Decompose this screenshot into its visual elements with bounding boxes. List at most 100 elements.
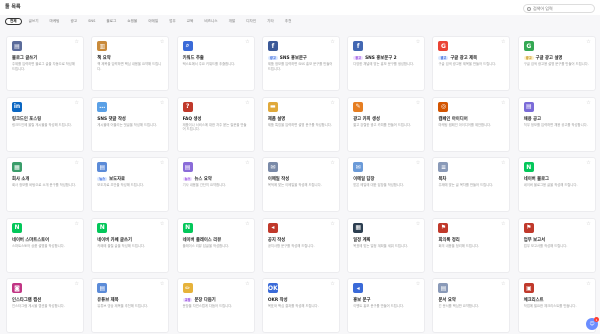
tab-13[interactable]: 기타 [263,18,278,25]
favorite-star-icon[interactable]: ☆ [160,221,164,227]
favorite-star-icon[interactable]: ☆ [501,160,505,166]
tool-card[interactable]: ✏ ☆ 교정 문장 다듬기 문장을 자연스럽게 다듬어 드립니다. [176,278,255,333]
tool-card[interactable]: N ☆ 네이버 카페 글쓰기 카페에 올릴 글을 작성해 드립니다. [91,217,170,273]
tool-card[interactable]: ▤ ☆ 문서 요약 긴 문서를 핵심만 요약합니다. [432,278,511,333]
tab-10[interactable]: 비즈니스 [200,18,221,25]
favorite-star-icon[interactable]: ☆ [245,160,249,166]
tool-card[interactable]: ⚑ ☆ 업무 보고서 업무 보고서를 작성해 드립니다. [517,217,596,273]
favorite-star-icon[interactable]: ☆ [416,39,420,45]
tool-card[interactable]: ⌕ ☆ 키워드 추출 텍스트에서 주요 키워드를 추출합니다. [176,36,255,91]
favorite-star-icon[interactable]: ☆ [416,221,420,227]
tool-card[interactable]: N ☆ 네이버 스마트스토어 스마트스토어 상품 설명을 작성합니다. [6,217,84,273]
favorite-star-icon[interactable]: ☆ [330,160,334,166]
tool-card[interactable]: ▤ ☆ 블로그 글쓰기 주제를 입력하면 블로그 글을 자동으로 작성해 드립니다. [6,36,84,91]
tool-title: 이메일 답장 [353,177,375,182]
tool-card[interactable]: ▤ ☆ 뉴스 보도자료 보도자료 초안을 작성해 드립니다. [91,157,170,212]
tool-card[interactable]: ▬ ☆ 제품 설명 제품 특징을 입력하면 설명 문구를 작성합니다. [261,96,340,152]
tool-card[interactable]: ? ☆ FAQ 생성 제품이나 서비스에 대한 자주 묻는 질문을 만들어 드립니다. [176,96,255,152]
favorite-star-icon[interactable]: ☆ [245,39,249,45]
tool-title-row: 인스타그램 캡션 [12,297,41,303]
tool-description: 제품 특징을 입력하면 설명 문구를 작성합니다. [267,122,332,127]
favorite-star-icon[interactable]: ☆ [75,100,79,106]
tool-description: 긴 문서를 핵심만 요약합니다. [438,304,480,308]
tool-card[interactable]: ✎ ☆ 광고 카피 생성 짧고 강렬한 광고 카피를 만들어 드립니다. [347,96,426,152]
tab-7[interactable]: 이메일 [144,18,162,25]
tool-card[interactable]: ✉ ☆ 이메일 작성 목적에 맞는 이메일을 작성해 드립니다. [261,157,340,212]
tool-card[interactable]: ▤ ☆ 뉴스 뉴스 요약 기사 내용을 간단히 요약합니다. [176,157,255,212]
search-input[interactable] [533,6,593,11]
tool-card[interactable]: ◂ ☆ 공지 작성 공지사항 문구를 작성해 드립니다. [261,217,340,273]
favorite-star-icon[interactable]: ☆ [501,100,505,106]
tool-card[interactable]: ⚑ ☆ 회의록 정리 회의 내용을 정리해 드립니다. [432,217,511,273]
tool-card[interactable]: N ☆ 네이버 플레이스 리뷰 플레이스 리뷰 답글을 작성합니다. [176,217,255,273]
favorite-star-icon[interactable]: ☆ [330,281,334,287]
tool-card[interactable]: OK ☆ OKR 작성 목표와 핵심 결과를 작성해 드립니다. [261,278,340,333]
tab-0[interactable]: 전체 [5,17,22,25]
tool-card[interactable]: G ☆ 광고 구글 광고 설명 구글 검색 광고용 설명 문구를 만들어 드립니다. [517,36,596,91]
favorite-star-icon[interactable]: ☆ [416,100,420,106]
tab-8[interactable]: 업무 [165,18,180,25]
favorite-star-icon[interactable]: ☆ [160,39,164,45]
tool-card[interactable]: ▣ ☆ 체크리스트 작업에 필요한 체크리스트를 만듭니다. [517,278,596,333]
tool-card[interactable]: ◙ ☆ 인스타그램 캡션 인스타그램 게시물 캡션을 작성합니다. [6,278,84,333]
favorite-star-icon[interactable]: ☆ [586,39,590,45]
favorite-star-icon[interactable]: ☆ [501,221,505,227]
tool-card[interactable]: N ☆ 네이버 블로그 네이버 블로그용 글을 작성해 드립니다. [517,157,596,212]
favorite-star-icon[interactable]: ☆ [586,100,590,106]
tab-12[interactable]: 디자인 [242,18,260,25]
tab-4[interactable]: SNS [84,18,99,25]
tab-2[interactable]: 마케팅 [46,18,64,25]
tool-card[interactable]: ≡ ☆ 목차 주제에 맞는 글 목차를 만들어 드립니다. [432,157,511,212]
tool-card[interactable]: ▤ ☆ 채용 공고 직무 정보를 입력하면 채용 공고를 작성합니다. [517,96,596,152]
flag-icon: ⚑ [523,222,534,233]
box-icon: ▬ [267,101,278,112]
favorite-star-icon[interactable]: ☆ [75,221,79,227]
favorite-star-icon[interactable]: ☆ [501,281,505,287]
tab-6[interactable]: 쇼핑몰 [123,18,141,25]
tab-14[interactable]: 추천 [281,18,296,25]
tool-card[interactable]: ▥ ☆ 책 요약 책 제목을 입력하면 핵심 내용을 요약해 드립니다. [91,36,170,91]
tool-card[interactable]: ▦ ☆ 일정 계획 목표에 맞는 일정 계획을 세워 드립니다. [347,217,426,273]
favorite-star-icon[interactable]: ☆ [330,39,334,45]
tab-9[interactable]: 교육 [183,18,198,25]
favorite-star-icon[interactable]: ☆ [160,281,164,287]
favorite-star-icon[interactable]: ☆ [330,100,334,106]
tab-5[interactable]: 블로그 [102,18,120,25]
favorite-star-icon[interactable]: ☆ [416,160,420,166]
favorite-star-icon[interactable]: ☆ [245,100,249,106]
tool-card[interactable]: ✉ ☆ 이메일 답장 받은 메일에 대한 답장을 작성합니다. [347,157,426,212]
favorite-star-icon[interactable]: ☆ [75,281,79,287]
tool-card[interactable]: ▤ ☆ 유튜브 제목 유튜브 영상 제목을 추천해 드립니다. [91,278,170,333]
tool-title: 공지 작성 [267,237,286,243]
tool-card[interactable]: in ☆ 링크드인 포스팅 링크드인에 올릴 게시물을 작성해 드립니다. [6,96,84,152]
favorite-star-icon[interactable]: ☆ [75,160,79,166]
tool-card[interactable]: … ☆ SNS 댓글 작성 게시물에 어울리는 댓글을 작성해 드립니다. [91,96,170,152]
favorite-star-icon[interactable]: ☆ [245,221,249,227]
tool-description: 제품이나 서비스에 대한 자주 묻는 질문을 만들어 드립니다. [182,122,247,132]
favorite-star-icon[interactable]: ☆ [586,281,590,287]
favorite-star-icon[interactable]: ☆ [586,160,590,166]
favorite-star-icon[interactable]: ☆ [245,281,249,287]
tool-title: 제품 설명 [267,116,286,122]
tool-card[interactable]: G ☆ 광고 구글 광고 제목 구글 검색 광고용 제목을 만들어 드립니다. [432,36,511,91]
search-box[interactable] [523,4,595,13]
tool-title-row: 교정 문장 다듬기 [182,297,216,303]
favorite-star-icon[interactable]: ☆ [330,221,334,227]
tool-card[interactable]: ◂ ☆ 홍보 문구 이벤트 홍보 문구를 만들어 드립니다. [347,278,426,333]
doc-icon: ▤ [438,283,449,293]
tab-3[interactable]: 광고 [66,18,81,25]
help-button[interactable]: ☺ 1 [586,317,599,330]
favorite-star-icon[interactable]: ☆ [586,221,590,227]
favorite-star-icon[interactable]: ☆ [501,39,505,45]
tool-card[interactable]: ◎ ☆ 캠페인 아이디어 마케팅 캠페인 아이디어를 제안합니다. [432,96,511,152]
favorite-star-icon[interactable]: ☆ [75,39,79,45]
favorite-star-icon[interactable]: ☆ [416,281,420,287]
favorite-star-icon[interactable]: ☆ [160,100,164,106]
tool-card[interactable]: f ☆ 광고 SNS 홍보문구 제품 정보를 입력하면 SNS 홍보 문구를 만들어 드… [261,36,340,91]
tool-card[interactable]: ▦ ☆ 회사 소개 회사 정보를 바탕으로 소개 문구를 작성합니다. [6,157,84,212]
tab-1[interactable]: 글쓰기 [25,18,43,25]
tab-11[interactable]: 개발 [225,18,240,25]
tool-card[interactable]: f ☆ 광고 SNS 홍보문구 2 다양한 채널에 맞는 홍보 문구를 생성합니다. [347,36,426,91]
tool-title-row: 광고 구글 광고 설명 [523,55,562,61]
favorite-star-icon[interactable]: ☆ [160,160,164,166]
